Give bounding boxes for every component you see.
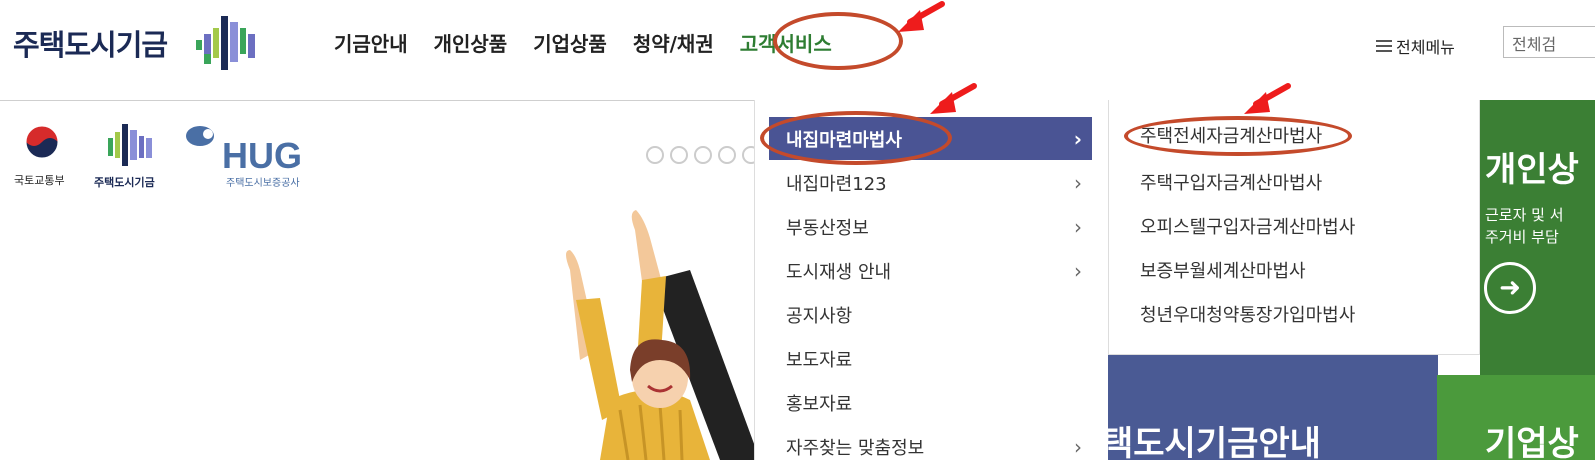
nav-corporate-products[interactable]: 기업상품	[533, 28, 607, 57]
chevron-right-icon: ›	[1073, 126, 1082, 151]
all-menu-button[interactable]: 전체메뉴	[1376, 34, 1455, 58]
arrow-right-icon[interactable]: ➜	[1484, 262, 1536, 314]
nav-personal-products[interactable]: 개인상품	[434, 28, 508, 57]
submenu-purchase-calculator[interactable]: 주택구입자금계산마법사	[1140, 169, 1322, 195]
slider-dot[interactable]	[670, 146, 688, 164]
menu-item-label: 부동산정보	[786, 218, 869, 239]
chevron-right-icon: ›	[1074, 215, 1082, 239]
chevron-right-icon: ›	[1074, 259, 1082, 283]
menu-item-label: 자주찾는 맞춤정보	[786, 438, 925, 459]
search-input[interactable]: 전체검	[1503, 26, 1595, 58]
menu-item-home-123[interactable]: 내집마련123 ›	[786, 166, 1092, 200]
annotation-arrow-icon	[930, 83, 977, 114]
chevron-right-icon: ›	[1074, 435, 1082, 459]
menu-item-label: 공지사항	[786, 306, 853, 327]
molit-logo-icon	[25, 125, 59, 159]
personal-panel-title: 개인상	[1485, 150, 1579, 190]
fund-logo-small-icon	[108, 124, 152, 166]
slider-dot[interactable]	[694, 146, 712, 164]
menu-item-urban-regeneration[interactable]: 도시재생 안내 ›	[786, 254, 1092, 288]
hug-label: HUG	[222, 135, 302, 176]
hug-logo-icon	[186, 126, 214, 146]
nav-subscription-bonds[interactable]: 청약/채권	[633, 28, 714, 57]
all-menu-label: 전체메뉴	[1396, 38, 1455, 57]
fund-info-title: 택도시기금안내	[1102, 424, 1321, 464]
menu-item-notices[interactable]: 공지사항	[786, 298, 1092, 332]
menu-item-press-releases[interactable]: 보도자료	[786, 342, 1092, 376]
nav-fund-info[interactable]: 기금안내	[334, 28, 408, 57]
site-logo-icon[interactable]	[196, 14, 260, 72]
submenu-youth-subscription[interactable]: 청년우대청약통장가입마법사	[1140, 301, 1355, 327]
partner-logos: 국토교통부 주택도시기금 HUG 주택도시보증공사	[14, 124, 302, 189]
annotation-ellipse	[1124, 116, 1352, 156]
chevron-right-icon: ›	[1074, 171, 1082, 195]
fund-label: 주택도시기금	[94, 175, 155, 189]
slider-dots[interactable]	[646, 146, 760, 164]
slider-dot[interactable]	[718, 146, 736, 164]
menu-item-label: 보도자료	[786, 350, 853, 371]
site-logo-text[interactable]: 주택도시기금	[13, 22, 168, 64]
submenu-monthly-rent-calculator[interactable]: 보증부월세계산마법사	[1140, 257, 1306, 283]
menu-item-faq-info[interactable]: 자주찾는 맞춤정보 ›	[786, 430, 1092, 464]
personal-panel-desc-2: 주거비 부담	[1485, 228, 1559, 246]
annotation-arrow-icon	[1244, 83, 1291, 114]
molit-label: 국토교통부	[14, 174, 65, 187]
corporate-panel-title: 기업상	[1485, 424, 1579, 464]
hero-illustration	[566, 210, 760, 460]
hamburger-icon	[1376, 40, 1392, 52]
menu-item-label: 홍보자료	[786, 394, 853, 415]
annotation-ellipse	[773, 12, 903, 70]
personal-panel-desc: 근로자 및 서	[1485, 206, 1564, 224]
submenu-officetel-calculator[interactable]: 오피스텔구입자금계산마법사	[1140, 213, 1355, 239]
annotation-arrow-icon	[898, 1, 945, 32]
menu-item-promotional[interactable]: 홍보자료	[786, 386, 1092, 420]
menu-item-label: 도시재생 안내	[786, 262, 892, 283]
menu-item-label: 내집마련123	[786, 174, 887, 195]
slider-dot[interactable]	[646, 146, 664, 164]
menu-item-real-estate-info[interactable]: 부동산정보 ›	[786, 210, 1092, 244]
hug-sub-label: 주택도시보증공사	[226, 177, 300, 189]
